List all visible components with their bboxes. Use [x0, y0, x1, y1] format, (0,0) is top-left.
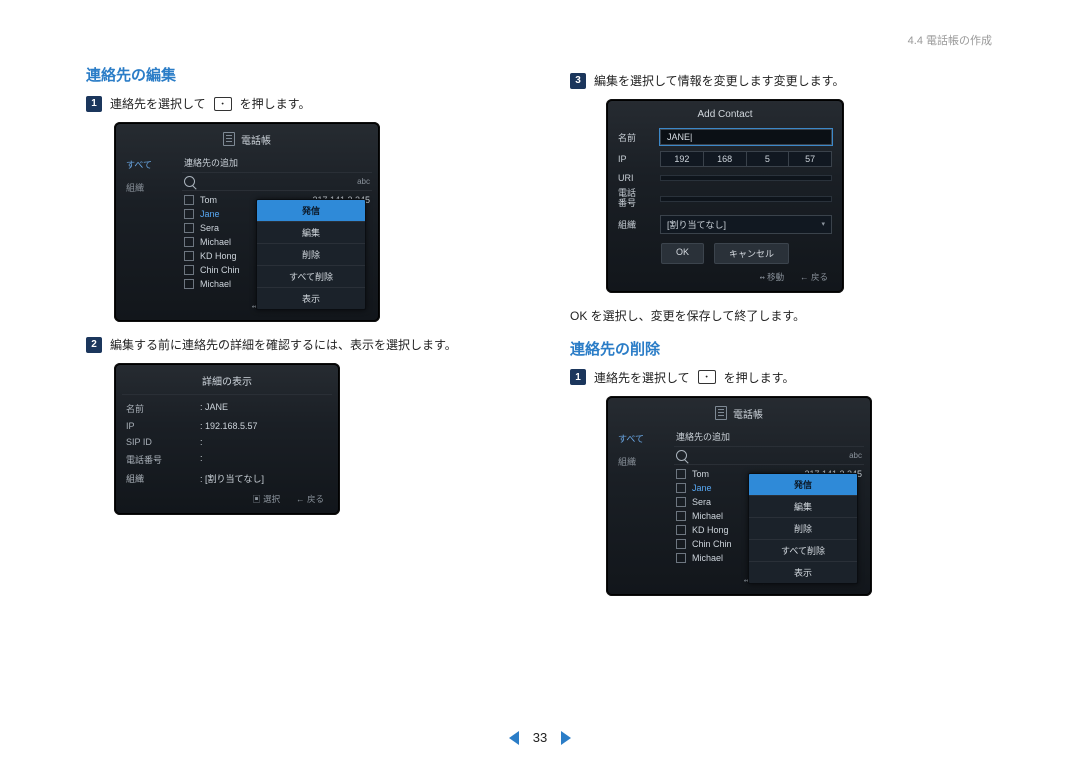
- step-1-delete: 1 連絡先を選択して ・ を押します。: [570, 369, 996, 386]
- input-mode-label: abc: [357, 177, 370, 186]
- heading-delete-contact: 連絡先の削除: [570, 338, 996, 359]
- foot-select: ▣ 選択: [252, 493, 280, 505]
- add-title: Add Contact: [614, 105, 836, 126]
- input-mode-label: abc: [849, 451, 862, 460]
- heading-edit-contact: 連絡先の編集: [86, 64, 512, 85]
- panel-title: 電話帳: [614, 402, 864, 427]
- org-select[interactable]: [割り当てなし]▾: [660, 215, 832, 234]
- uri-input[interactable]: [660, 175, 832, 181]
- foot-move: ↔ 移動: [760, 271, 785, 283]
- context-menu: 発信 編集 削除 すべて削除 表示: [256, 199, 366, 310]
- ok-button[interactable]: OK: [661, 243, 704, 264]
- tab-org[interactable]: 組織: [614, 452, 668, 471]
- page-nav: 33: [0, 730, 1080, 745]
- ctx-delete-all[interactable]: すべて削除: [257, 265, 365, 287]
- step2-text: 編集する前に連絡先の詳細を確認するには、表示を選択します。: [110, 336, 457, 353]
- field-ip: IP 192 168 5 57: [614, 148, 836, 170]
- ctx-delete[interactable]: 削除: [749, 517, 857, 539]
- ctx-edit[interactable]: 編集: [257, 221, 365, 243]
- detail-title: 詳細の表示: [122, 369, 332, 395]
- ctx-delete[interactable]: 削除: [257, 243, 365, 265]
- search-row[interactable]: abc: [182, 173, 372, 191]
- step1-text-a: 連絡先を選択して: [110, 95, 206, 112]
- panel-title: 電話帳: [122, 128, 372, 153]
- step-number-3: 3: [570, 73, 586, 89]
- step3-text: 編集を選択して情報を変更します変更します。: [594, 72, 844, 89]
- phonebook-panel-edit: 電話帳 すべて 組織 連絡先の追加 abc: [114, 122, 380, 322]
- doc-icon: [223, 132, 235, 146]
- ok-note: OK を選択し、変更を保存して終了します。: [570, 307, 996, 324]
- key-indicator-icon: ・: [698, 370, 716, 384]
- step1d-text-a: 連絡先を選択して: [594, 369, 690, 386]
- foot-back: ← 戻る: [296, 493, 324, 505]
- page-number: 33: [533, 730, 547, 745]
- step-number-2: 2: [86, 337, 102, 353]
- tel-input[interactable]: [660, 196, 832, 202]
- key-indicator-icon: ・: [214, 97, 232, 111]
- ctx-view[interactable]: 表示: [257, 287, 365, 309]
- foot-back: ← 戻る: [800, 271, 828, 283]
- ctx-call[interactable]: 発信: [257, 200, 365, 221]
- search-icon: [676, 450, 687, 461]
- field-tel: 電話 番号: [614, 186, 836, 212]
- field-org: 組織 [割り当てなし]▾: [614, 212, 836, 237]
- ctx-edit[interactable]: 編集: [749, 495, 857, 517]
- search-icon: [184, 176, 195, 187]
- tab-org[interactable]: 組織: [122, 178, 176, 197]
- ip-input[interactable]: 192 168 5 57: [660, 151, 832, 167]
- name-input[interactable]: JANE|: [660, 129, 832, 145]
- ctx-view[interactable]: 表示: [749, 561, 857, 583]
- field-name: 名前 JANE|: [614, 126, 836, 148]
- step-1-edit: 1 連絡先を選択して ・ を押します。: [86, 95, 512, 112]
- step1-text-b: を押します。: [240, 95, 311, 112]
- field-uri: URI: [614, 170, 836, 186]
- chevron-down-icon: ▾: [821, 220, 825, 228]
- add-contact-panel: Add Contact 名前 JANE| IP 192 168 5 57: [606, 99, 844, 293]
- ctx-call[interactable]: 発信: [749, 474, 857, 495]
- detail-panel: 詳細の表示 名前: JANE IP: 192.168.5.57 SIP ID: …: [114, 363, 340, 515]
- next-page-icon[interactable]: [561, 731, 571, 745]
- tab-all[interactable]: すべて: [614, 429, 668, 448]
- header-breadcrumb: 4.4 電話帳の作成: [908, 32, 992, 48]
- add-contact-row[interactable]: 連絡先の追加: [184, 156, 238, 169]
- step-number-1: 1: [570, 369, 586, 385]
- tab-all[interactable]: すべて: [122, 155, 176, 174]
- add-contact-row[interactable]: 連絡先の追加: [676, 430, 730, 443]
- phonebook-panel-delete: 電話帳 すべて 組織 連絡先の追加 abc: [606, 396, 872, 596]
- step-2-edit: 2 編集する前に連絡先の詳細を確認するには、表示を選択します。: [86, 336, 512, 353]
- cancel-button[interactable]: キャンセル: [714, 243, 789, 264]
- step1d-text-b: を押します。: [724, 369, 795, 386]
- ctx-delete-all[interactable]: すべて削除: [749, 539, 857, 561]
- step-number-1: 1: [86, 96, 102, 112]
- context-menu: 発信 編集 削除 すべて削除 表示: [748, 473, 858, 584]
- step-3-edit: 3 編集を選択して情報を変更します変更します。: [570, 72, 996, 89]
- prev-page-icon[interactable]: [509, 731, 519, 745]
- search-row[interactable]: abc: [674, 447, 864, 465]
- doc-icon: [715, 406, 727, 420]
